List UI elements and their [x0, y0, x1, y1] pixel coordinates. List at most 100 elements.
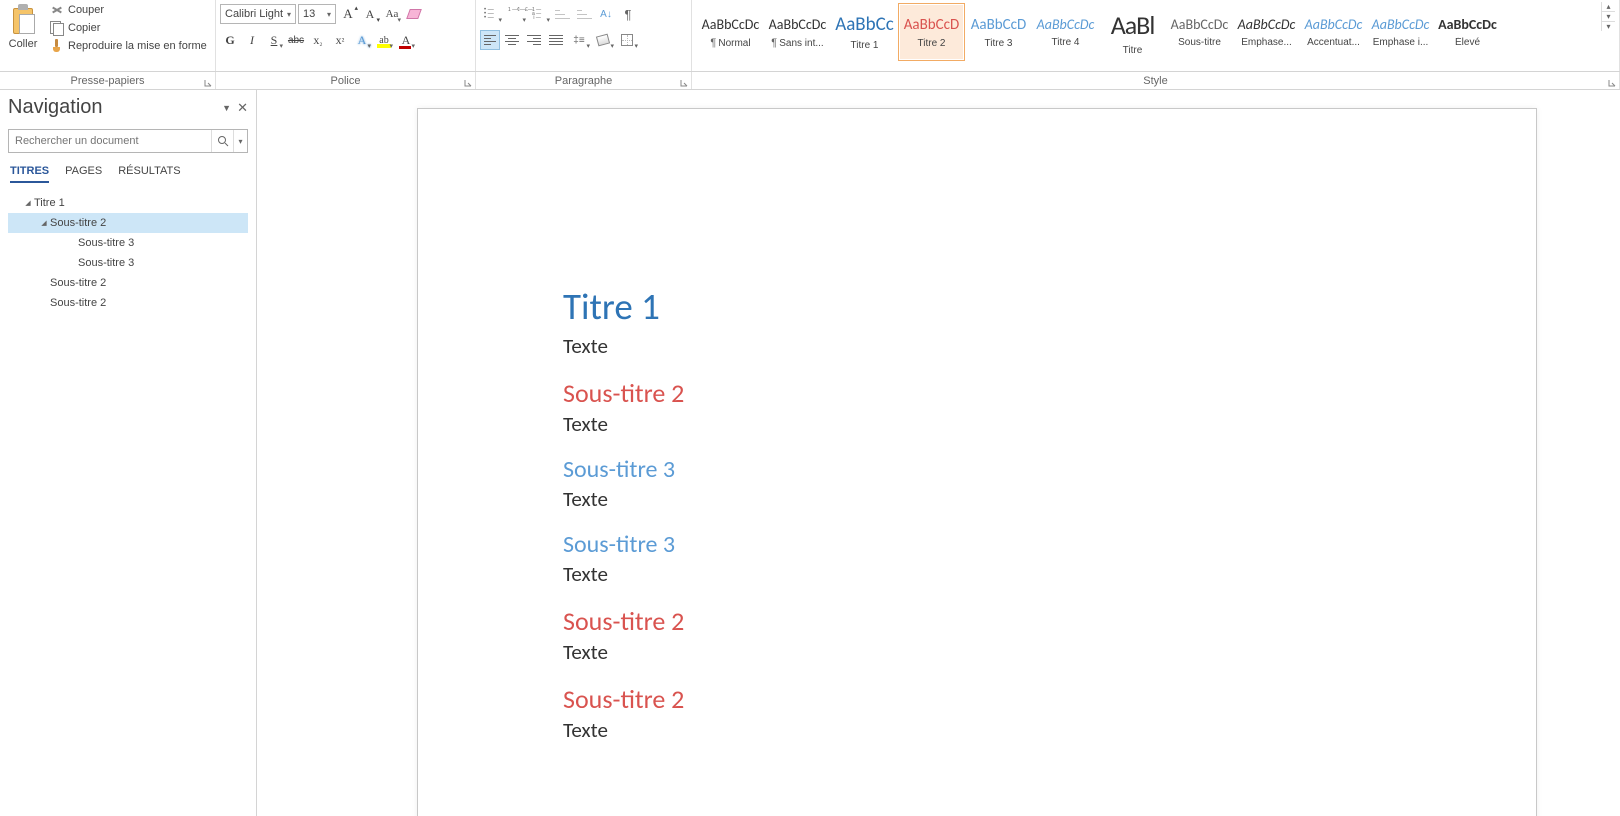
nav-tabs: TITRES PAGES RÉSULTATS	[8, 165, 248, 183]
underline-button[interactable]: S	[264, 30, 284, 50]
clipboard-icon	[9, 4, 37, 36]
doc-text[interactable]: Texte	[563, 717, 1391, 743]
align-left-button[interactable]	[480, 30, 500, 50]
superscript-button[interactable]: x	[330, 30, 350, 50]
grow-font-button[interactable]: A	[338, 4, 358, 24]
italic-button[interactable]: I	[242, 30, 262, 50]
style-preview: AaBbCcDc	[1302, 16, 1365, 33]
paste-button[interactable]: Coller	[4, 2, 42, 52]
style-item--normal[interactable]: AaBbCcDc¶Normal	[697, 3, 764, 61]
nav-tree: ◢Titre 1◢Sous-titre 2Sous-titre 3Sous-ti…	[8, 193, 248, 313]
tree-item-label: Sous-titre 2	[50, 277, 244, 289]
group-label-font: Police	[216, 72, 476, 89]
nav-tree-item[interactable]: Sous-titre 3	[8, 253, 248, 273]
doc-text[interactable]: Texte	[563, 411, 1391, 437]
styles-scroll-down[interactable]: ▾	[1602, 12, 1615, 22]
style-name-label: Titre 3	[967, 38, 1030, 49]
style-preview: AaBbCcD	[900, 16, 963, 34]
paragraph-dialog-launcher[interactable]	[679, 76, 689, 86]
font-dialog-launcher[interactable]	[463, 76, 473, 86]
font-name-combo[interactable]: Calibri Light ▾	[220, 4, 296, 24]
style-preview: AaBbCc	[833, 13, 896, 36]
style-preview: AaBbCcDc	[1369, 16, 1432, 33]
search-options-button[interactable]: ▾	[233, 130, 247, 152]
nav-tree-item[interactable]: Sous-titre 2	[8, 273, 248, 293]
doc-titre2[interactable]: Sous-titre 2	[563, 683, 1391, 715]
change-case-button[interactable]: Aa	[382, 4, 402, 24]
style-item--lev-[interactable]: AaBbCcDcÉlevé	[1434, 3, 1501, 61]
style-item-titre-1[interactable]: AaBbCcTitre 1	[831, 3, 898, 61]
tab-titres[interactable]: TITRES	[10, 165, 49, 183]
doc-titre2[interactable]: Sous-titre 2	[563, 377, 1391, 409]
borders-button[interactable]	[616, 30, 638, 50]
font-color-button[interactable]: A	[396, 30, 416, 50]
cut-button[interactable]: Couper	[48, 2, 209, 18]
align-justify-button[interactable]	[546, 30, 566, 50]
copy-button[interactable]: Copier	[48, 20, 209, 36]
align-right-button[interactable]	[524, 30, 544, 50]
doc-titre3[interactable]: Sous-titre 3	[563, 530, 1391, 559]
document-area[interactable]: Titre 1TexteSous-titre 2TexteSous-titre …	[257, 90, 1620, 816]
search-button[interactable]	[211, 130, 233, 152]
tree-item-label: Sous-titre 2	[50, 217, 244, 229]
tab-resultats[interactable]: RÉSULTATS	[118, 165, 180, 183]
strikethrough-button[interactable]: abc	[286, 30, 306, 50]
format-painter-button[interactable]: Reproduire la mise en forme	[48, 38, 209, 54]
nav-options-button[interactable]: ▼	[222, 103, 231, 113]
tab-pages[interactable]: PAGES	[65, 165, 102, 183]
sort-icon: A↓	[600, 9, 612, 20]
style-item--sans-int-[interactable]: AaBbCcDc¶Sans int...	[764, 3, 831, 61]
increase-indent-button[interactable]	[574, 4, 594, 24]
doc-text[interactable]: Texte	[563, 333, 1391, 359]
show-marks-button[interactable]: ¶	[618, 4, 638, 24]
style-dialog-launcher[interactable]	[1607, 76, 1617, 86]
doc-titre3[interactable]: Sous-titre 3	[563, 455, 1391, 484]
styles-more-button[interactable]: ▾	[1602, 22, 1615, 31]
bold-button[interactable]: G	[220, 30, 240, 50]
doc-text[interactable]: Texte	[563, 639, 1391, 665]
nav-tree-item[interactable]: Sous-titre 3	[8, 233, 248, 253]
style-item-sous-titre[interactable]: AaBbCcDcSous-titre	[1166, 3, 1233, 61]
style-item-titre[interactable]: AaBlTitre	[1099, 3, 1166, 61]
document-page[interactable]: Titre 1TexteSous-titre 2TexteSous-titre …	[417, 108, 1537, 816]
tree-toggle-icon[interactable]: ◢	[22, 199, 34, 207]
font-size-value: 13	[303, 8, 315, 20]
bullets-button[interactable]	[480, 4, 502, 24]
highlight-button[interactable]: ab	[374, 30, 394, 50]
subscript-button[interactable]: x	[308, 30, 328, 50]
style-item-titre-3[interactable]: AaBbCcDTitre 3	[965, 3, 1032, 61]
clear-formatting-button[interactable]	[404, 4, 424, 24]
nav-tree-item[interactable]: ◢Sous-titre 2	[8, 213, 248, 233]
nav-close-button[interactable]: ✕	[237, 100, 248, 116]
clipboard-dialog-launcher[interactable]	[203, 76, 213, 86]
line-spacing-button[interactable]: ‡≡	[568, 30, 590, 50]
style-item-emphase-i-[interactable]: AaBbCcDcEmphase i...	[1367, 3, 1434, 61]
font-size-combo[interactable]: 13 ▾	[298, 4, 336, 24]
doc-titre2[interactable]: Sous-titre 2	[563, 605, 1391, 637]
doc-text[interactable]: Texte	[563, 561, 1391, 587]
search-input[interactable]	[9, 130, 211, 152]
multilevel-list-button[interactable]	[528, 4, 550, 24]
text-effects-button[interactable]: A	[352, 30, 372, 50]
doc-titre1[interactable]: Titre 1	[563, 284, 1391, 329]
style-item-titre-2[interactable]: AaBbCcDTitre 2	[898, 3, 965, 61]
style-item-emphase-[interactable]: AaBbCcDcEmphase...	[1233, 3, 1300, 61]
numbering-button[interactable]	[504, 4, 526, 24]
shading-button[interactable]	[592, 30, 614, 50]
align-center-button[interactable]	[502, 30, 522, 50]
shrink-font-button[interactable]: A	[360, 4, 380, 24]
group-label-style: Style	[692, 72, 1620, 89]
tree-toggle-icon[interactable]: ◢	[38, 219, 50, 227]
nav-tree-item[interactable]: Sous-titre 2	[8, 293, 248, 313]
tree-item-label: Sous-titre 3	[78, 257, 244, 269]
nav-tree-item[interactable]: ◢Titre 1	[8, 193, 248, 213]
styles-scroll-up[interactable]: ▴	[1602, 2, 1615, 12]
eraser-icon	[406, 9, 422, 19]
doc-text[interactable]: Texte	[563, 486, 1391, 512]
style-name-label: ¶Normal	[699, 37, 762, 49]
decrease-indent-button[interactable]	[552, 4, 572, 24]
multilevel-list-icon	[532, 8, 546, 20]
style-item-titre-4[interactable]: AaBbCcDcTitre 4	[1032, 3, 1099, 61]
style-item-accentuat-[interactable]: AaBbCcDcAccentuat...	[1300, 3, 1367, 61]
sort-button[interactable]: A↓	[596, 4, 616, 24]
